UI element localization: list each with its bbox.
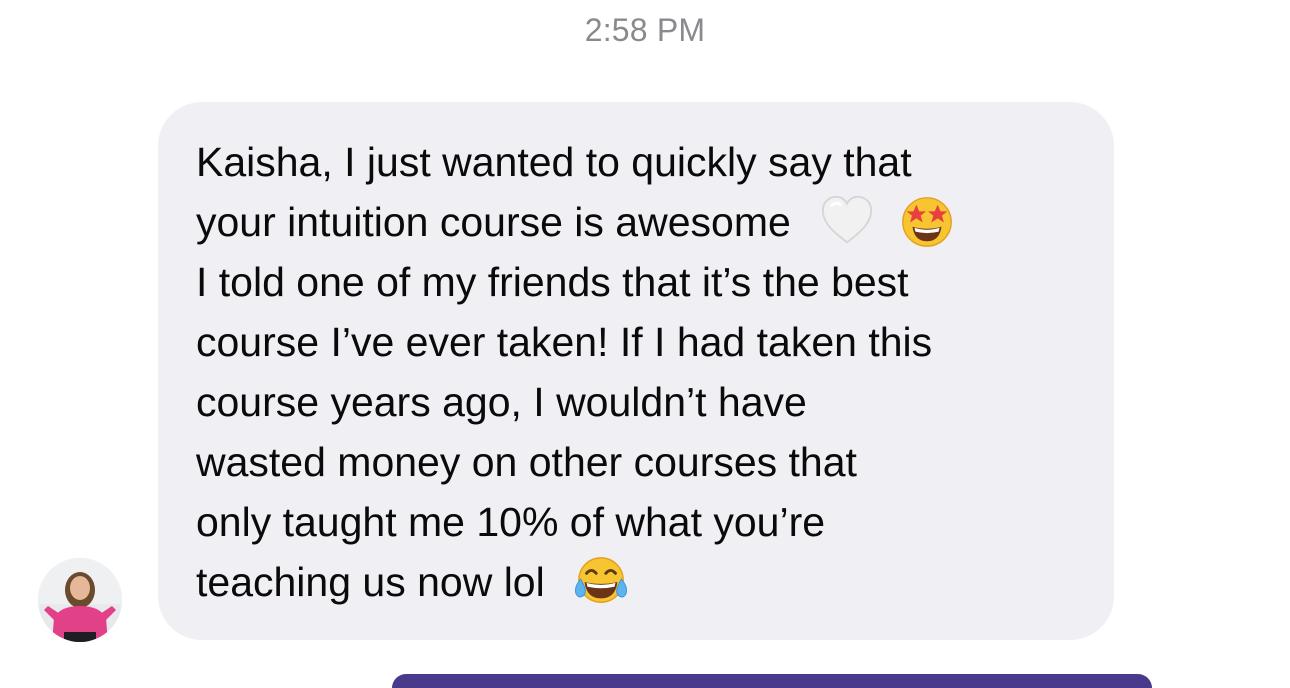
outgoing-message-edge (392, 674, 1152, 688)
message-line-text: course years ago, I wouldn’t have (196, 379, 807, 425)
message-line: course I’ve ever taken! If I had taken t… (196, 312, 1114, 372)
message-line: your intuition course is awesome (196, 192, 1114, 252)
message-line-text: I told one of my friends that it’s the b… (196, 259, 909, 305)
message-line: Kaisha, I just wanted to quickly say tha… (196, 132, 1114, 192)
message-line-text: your intuition course is awesome (196, 199, 791, 245)
tears-of-joy-icon (570, 554, 632, 608)
message-line-text: wasted money on other courses that (196, 439, 857, 485)
incoming-message-bubble[interactable]: Kaisha, I just wanted to quickly say tha… (158, 102, 1114, 640)
white-heart-icon (818, 192, 876, 250)
message-line-text: Kaisha, I just wanted to quickly say tha… (196, 139, 912, 185)
message-line: only taught me 10% of what you’re (196, 492, 1114, 552)
message-line-text: course I’ve ever taken! If I had taken t… (196, 319, 933, 365)
message-line: course years ago, I wouldn’t have (196, 372, 1114, 432)
message-line: wasted money on other courses that (196, 432, 1114, 492)
message-timestamp: 2:58 PM (584, 12, 706, 48)
star-struck-icon (898, 192, 956, 250)
message-line-text: teaching us now lol (196, 559, 545, 605)
message-line-text: only taught me 10% of what you’re (196, 499, 826, 545)
message-line: I told one of my friends that it’s the b… (196, 252, 1114, 312)
avatar-photo (38, 558, 122, 642)
sender-avatar[interactable] (38, 558, 122, 642)
message-line: teaching us now lol (196, 552, 1114, 612)
